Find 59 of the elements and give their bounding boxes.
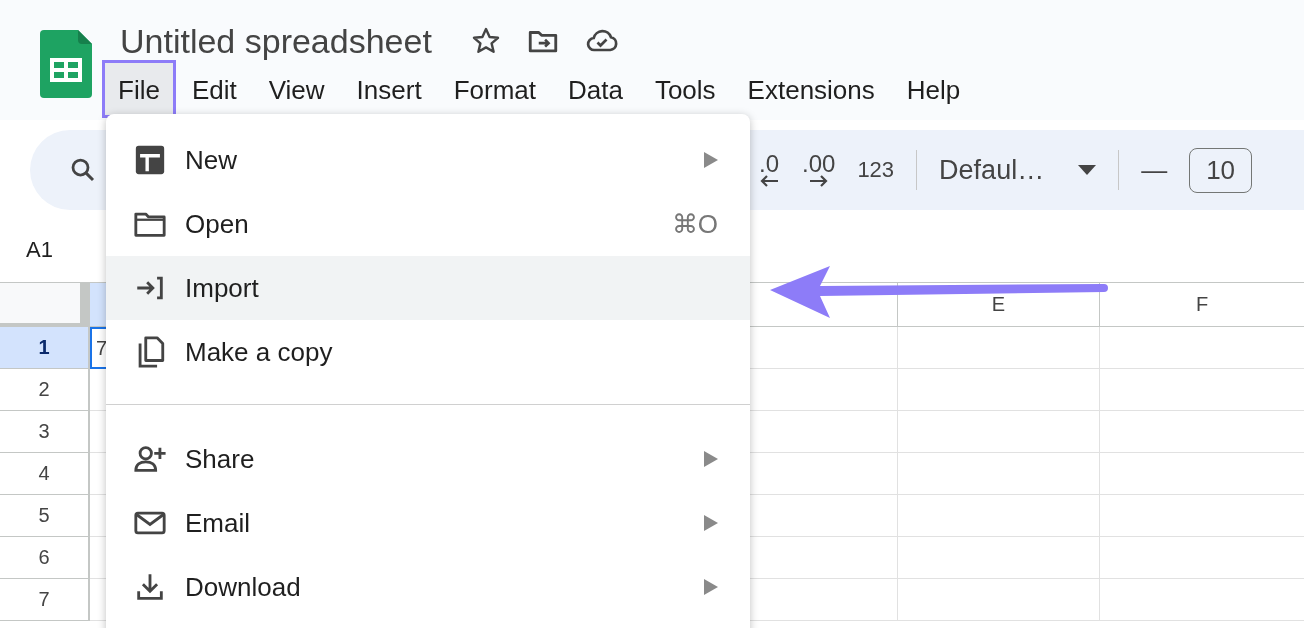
menu-item[interactable]: New [106,128,750,192]
name-box[interactable]: A1 [26,237,53,263]
menu-item-label: Share [185,443,256,475]
decrease-size-button[interactable]: — [1141,154,1168,186]
row-header[interactable]: 7 [0,579,90,621]
table-cell[interactable] [1099,411,1304,453]
menu-bar-item[interactable]: File [102,60,176,118]
menu-bar-item[interactable]: Tools [638,60,732,118]
table-cell[interactable] [1099,369,1304,411]
table-cell[interactable] [1099,327,1304,369]
caret-icon [1078,165,1097,175]
select-all-corner[interactable] [0,283,90,327]
row-header[interactable]: 2 [0,369,90,411]
menu-bar-item[interactable]: Data [552,60,639,118]
number-format-button[interactable]: 123 [857,157,895,183]
table-icon [133,143,167,177]
menu-item[interactable]: Import [106,256,750,320]
menu-item-label: Import [185,272,260,304]
menu-item-label: Download [185,571,302,603]
table-cell[interactable] [897,537,1099,579]
menu-item[interactable]: Download [106,555,750,619]
menu-item-label: Open [185,208,250,240]
table-cell[interactable] [1099,579,1304,621]
menu-item-label: New [185,144,238,176]
table-cell[interactable] [897,411,1099,453]
menu-bar-item[interactable]: Edit [175,60,253,118]
left-arrow-icon [758,175,780,187]
font-size-field[interactable]: 10 [1189,147,1253,193]
menu-bar-item[interactable]: Help [890,60,977,118]
right-arrow-icon [807,175,830,187]
document-title[interactable]: Untitled spreadsheet [120,21,432,61]
menu-item[interactable]: Make a copy [106,320,750,384]
menu-item[interactable]: Open ⌘O [106,192,750,256]
menu-bar-item[interactable]: Insert [340,60,438,118]
row-header[interactable]: 1 [0,327,90,369]
table-cell[interactable] [1099,495,1304,537]
table-cell[interactable] [1099,537,1304,579]
shortcut-text: ⌘O [671,208,718,240]
font-dropdown[interactable]: Defaul… [939,154,1097,186]
row-header[interactable]: 3 [0,411,90,453]
table-cell[interactable] [897,369,1099,411]
menu-bar-item[interactable]: Extensions [731,60,891,118]
menu-bar-item[interactable]: Format [437,60,552,118]
row-header[interactable]: 6 [0,537,90,579]
row-header[interactable]: 5 [0,495,90,537]
table-cell[interactable] [1099,453,1304,495]
table-cell[interactable] [897,495,1099,537]
table-cell[interactable] [897,453,1099,495]
menu-bar-item[interactable]: View [252,60,341,118]
sheets-logo-icon[interactable] [40,30,92,98]
table-cell[interactable] [897,579,1099,621]
menu-item[interactable]: Email [106,491,750,555]
increase-decimal-button[interactable]: .00 [802,153,836,187]
table-cell[interactable] [897,327,1099,369]
menu-item-label: Make a copy [185,336,334,368]
decrease-decimal-button[interactable]: .0 [758,153,780,187]
menu-item-label: Email [185,507,251,539]
menu-item[interactable]: Share [106,427,750,491]
row-header[interactable]: 4 [0,453,90,495]
